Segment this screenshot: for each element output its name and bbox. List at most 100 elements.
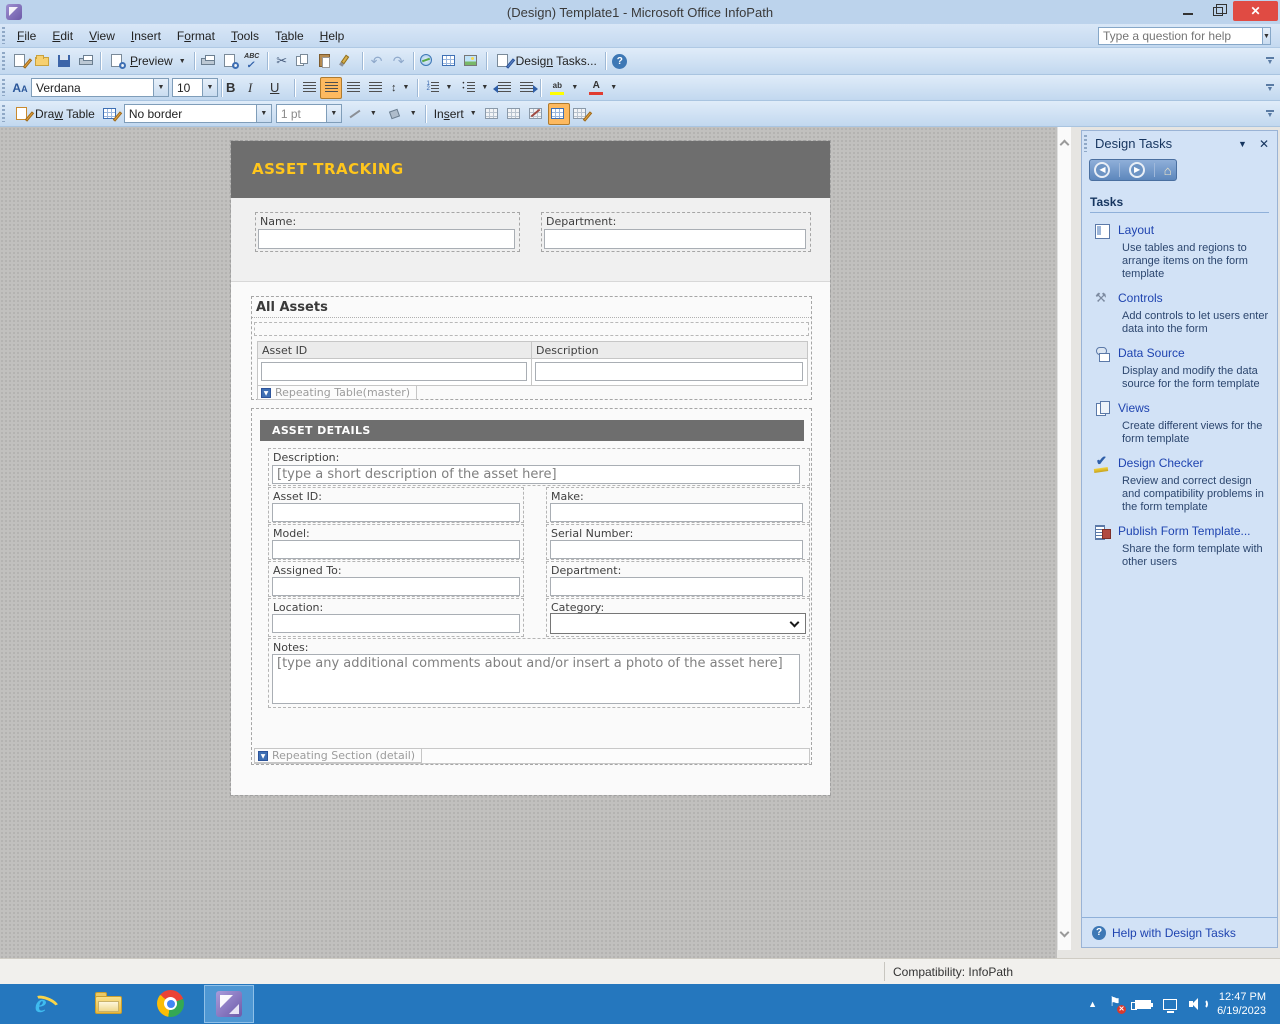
shading-color-button[interactable]: ▼ bbox=[382, 103, 422, 125]
action-center-icon[interactable] bbox=[1109, 997, 1123, 1011]
italic-button[interactable]: I bbox=[247, 77, 269, 99]
design-checker-link[interactable]: Design Checker bbox=[1118, 456, 1203, 472]
numbered-list-button[interactable]: ▼ bbox=[421, 77, 457, 99]
design-tasks-item-design-checker[interactable]: Design Checker bbox=[1094, 456, 1269, 472]
volume-icon[interactable] bbox=[1189, 998, 1205, 1010]
category-select[interactable] bbox=[550, 613, 806, 634]
scroll-up-icon[interactable] bbox=[1060, 140, 1070, 150]
toolbar-options-button[interactable]: ▼ bbox=[1264, 84, 1276, 92]
print-2-button[interactable] bbox=[198, 50, 220, 72]
views-link[interactable]: Views bbox=[1118, 401, 1150, 417]
form-header-bar[interactable]: ASSET TRACKING bbox=[231, 141, 830, 198]
spelling-button[interactable]: ABC✓ bbox=[242, 50, 264, 72]
serial-number-input[interactable] bbox=[550, 540, 803, 559]
table-properties-button[interactable] bbox=[570, 103, 592, 125]
network-icon[interactable] bbox=[1163, 999, 1177, 1010]
insert-hyperlink-button[interactable] bbox=[417, 50, 439, 72]
restore-button[interactable] bbox=[1203, 1, 1233, 21]
menu-view[interactable]: View bbox=[81, 26, 123, 46]
layout-link[interactable]: Layout bbox=[1118, 223, 1154, 239]
menu-insert[interactable]: Insert bbox=[123, 26, 169, 46]
border-style-combo[interactable]: No border ▼ bbox=[124, 104, 272, 123]
align-right-button[interactable] bbox=[342, 77, 364, 99]
toolbar-options-button[interactable]: ▼ bbox=[1264, 57, 1276, 65]
help-button[interactable]: ? bbox=[609, 50, 631, 72]
show-hidden-icons-button[interactable]: ▲ bbox=[1088, 999, 1097, 1009]
design-tasks-item-data-source[interactable]: Data Source bbox=[1094, 346, 1269, 362]
chrome-button[interactable] bbox=[156, 989, 186, 1019]
panel-menu-button[interactable]: ▼ bbox=[1232, 139, 1253, 149]
file-explorer-button[interactable] bbox=[94, 989, 124, 1019]
draw-table-button[interactable]: Draw Table bbox=[9, 103, 100, 125]
help-question-input[interactable] bbox=[1098, 27, 1263, 45]
power-icon[interactable] bbox=[1135, 1000, 1151, 1009]
back-button[interactable]: ◀ bbox=[1094, 162, 1110, 178]
publish-link[interactable]: Publish Form Template... bbox=[1118, 524, 1251, 540]
vertical-scrollbar[interactable] bbox=[1057, 127, 1071, 950]
bulleted-list-button[interactable]: ▼ bbox=[457, 77, 493, 99]
border-width-combo[interactable]: 1 pt ▼ bbox=[276, 104, 342, 123]
cut-button[interactable]: ✂ bbox=[271, 50, 293, 72]
undo-button[interactable]: ↶ bbox=[366, 50, 388, 72]
paste-button[interactable] bbox=[315, 50, 337, 72]
insert-rows-button[interactable] bbox=[504, 103, 526, 125]
align-left-button[interactable] bbox=[298, 77, 320, 99]
design-tasks-button[interactable]: Design Tasks... bbox=[490, 50, 602, 72]
details-asset-id-input[interactable] bbox=[272, 503, 520, 522]
insert-table-button[interactable] bbox=[439, 50, 461, 72]
insert-menu-button[interactable]: Insert ▼ bbox=[429, 103, 482, 125]
menu-help[interactable]: Help bbox=[312, 26, 353, 46]
model-input[interactable] bbox=[272, 540, 520, 559]
minimize-button[interactable] bbox=[1173, 1, 1203, 21]
line-spacing-button[interactable]: ↕▼ bbox=[386, 77, 414, 99]
print-preview-button[interactable] bbox=[220, 50, 242, 72]
design-tasks-item-layout[interactable]: Layout bbox=[1094, 223, 1269, 239]
insert-column-button[interactable] bbox=[482, 103, 504, 125]
data-source-link[interactable]: Data Source bbox=[1118, 346, 1185, 362]
panel-close-button[interactable]: ✕ bbox=[1253, 137, 1277, 151]
forward-button[interactable]: ▶ bbox=[1129, 162, 1145, 178]
border-color-button[interactable]: ▼ bbox=[342, 103, 382, 125]
home-button[interactable]: ⌂ bbox=[1164, 164, 1172, 177]
make-input[interactable] bbox=[550, 503, 803, 522]
underline-button[interactable]: U bbox=[269, 77, 291, 99]
design-tasks-item-views[interactable]: Views bbox=[1094, 401, 1269, 417]
menu-edit[interactable]: Edit bbox=[44, 26, 81, 46]
format-painter-button[interactable] bbox=[337, 50, 359, 72]
internet-explorer-button[interactable]: e bbox=[32, 989, 62, 1019]
menu-tools[interactable]: Tools bbox=[223, 26, 267, 46]
print-button[interactable] bbox=[75, 50, 97, 72]
table-pencil-button[interactable] bbox=[100, 103, 122, 125]
new-form-button[interactable] bbox=[9, 50, 31, 72]
font-size-combo[interactable]: 10 ▼ bbox=[172, 78, 218, 97]
split-cells-button[interactable] bbox=[526, 103, 548, 125]
close-button[interactable]: ✕ bbox=[1233, 1, 1278, 21]
menu-file[interactable]: File bbox=[9, 26, 44, 46]
font-color-button[interactable]: A ▼ bbox=[583, 77, 622, 99]
menu-format[interactable]: Format bbox=[169, 26, 223, 46]
notes-textarea[interactable]: [type any additional comments about and/… bbox=[272, 654, 800, 704]
help-with-design-tasks[interactable]: ? Help with Design Tasks bbox=[1082, 917, 1277, 947]
repeating-table-tab[interactable]: ▼ Repeating Table(master) bbox=[257, 385, 417, 400]
toolbar-options-button[interactable]: ▼ bbox=[1264, 110, 1276, 118]
menu-table[interactable]: Table bbox=[267, 26, 312, 46]
font-style-button[interactable]: AA bbox=[9, 77, 31, 99]
align-center-button[interactable] bbox=[320, 77, 342, 99]
insert-picture-button[interactable] bbox=[461, 50, 483, 72]
bold-button[interactable]: B bbox=[225, 77, 247, 99]
help-question-dropdown[interactable]: ▼ bbox=[1263, 27, 1271, 45]
details-department-input[interactable] bbox=[550, 577, 803, 596]
location-input[interactable] bbox=[272, 614, 520, 633]
save-button[interactable] bbox=[53, 50, 75, 72]
infopath-taskbar-button[interactable] bbox=[204, 985, 254, 1023]
highlight-button[interactable]: ab ▼ bbox=[544, 77, 583, 99]
repeating-section-tab[interactable]: ▼ Repeating Section (detail) bbox=[254, 748, 422, 763]
asset-description-input[interactable]: [type a short description of the asset h… bbox=[272, 465, 800, 484]
open-button[interactable] bbox=[31, 50, 53, 72]
department-input[interactable] bbox=[544, 229, 806, 249]
font-name-combo[interactable]: Verdana ▼ bbox=[31, 78, 169, 97]
decrease-indent-button[interactable] bbox=[493, 77, 515, 99]
justify-button[interactable] bbox=[364, 77, 386, 99]
design-tasks-item-controls[interactable]: Controls bbox=[1094, 291, 1269, 307]
name-input[interactable] bbox=[258, 229, 515, 249]
